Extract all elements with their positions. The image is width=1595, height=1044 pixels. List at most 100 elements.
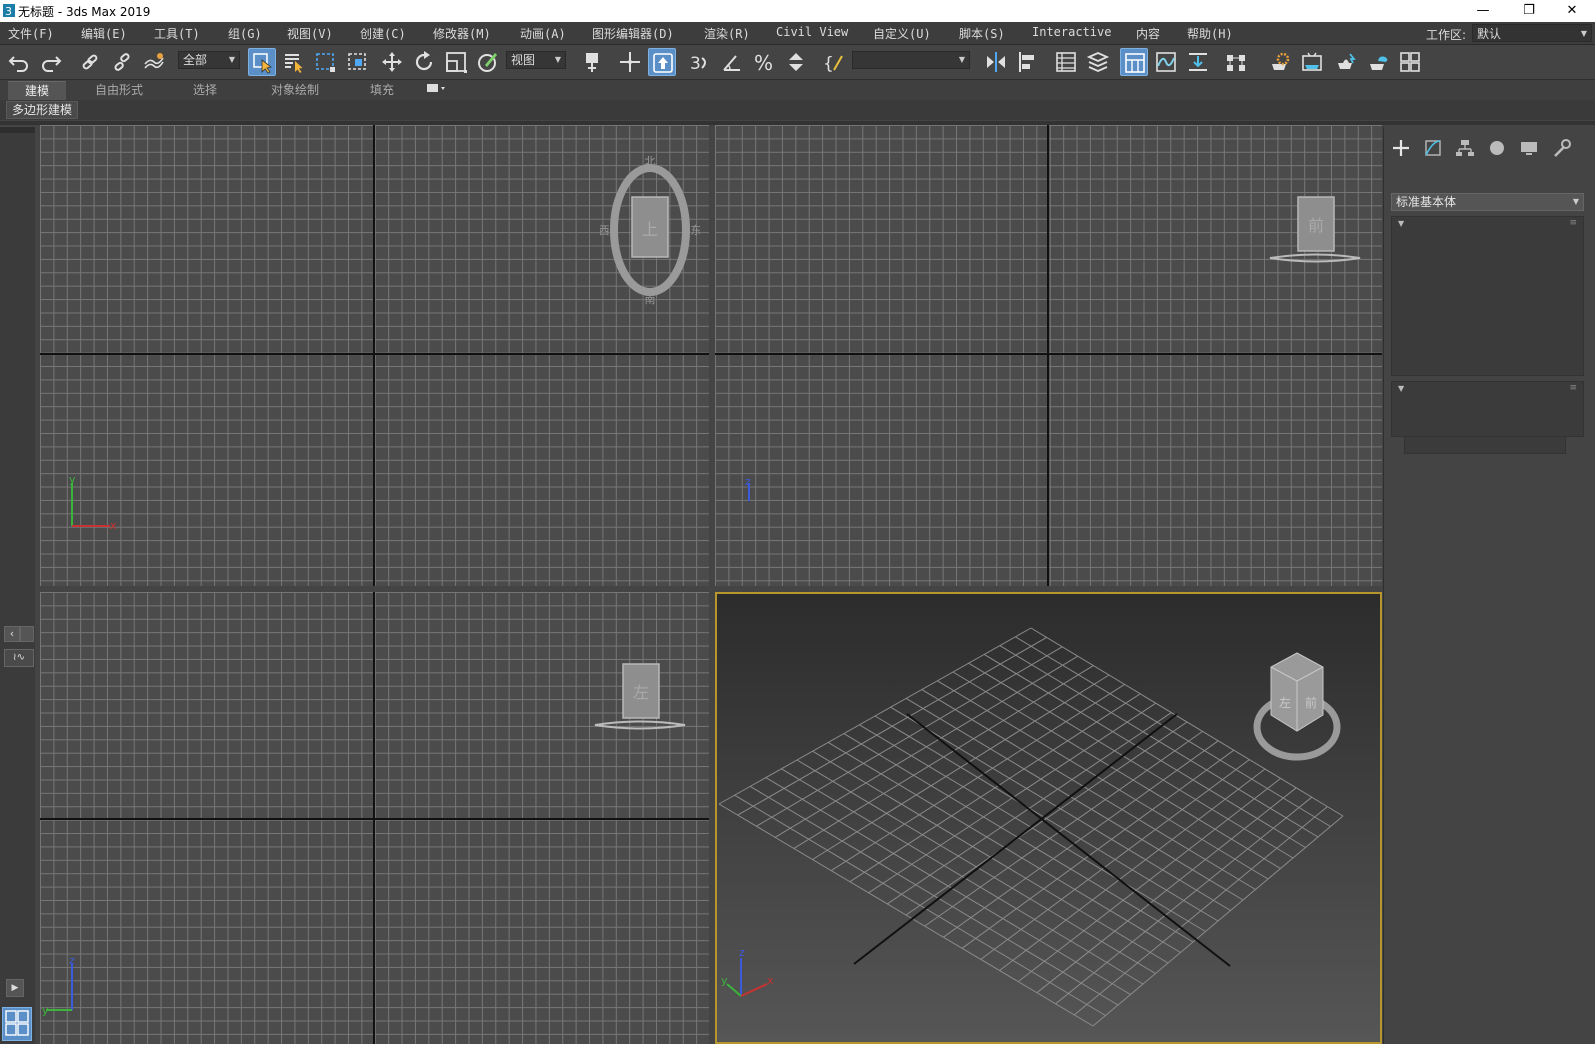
- grid-line: [1073, 806, 1328, 1016]
- undo-button[interactable]: [5, 48, 33, 76]
- select-object-button[interactable]: [248, 48, 276, 76]
- layer-explorer-button[interactable]: [1084, 48, 1112, 76]
- named-selection-set-dropdown[interactable]: ▼: [852, 51, 970, 69]
- display-tab[interactable]: [1517, 137, 1545, 159]
- minimize-button[interactable]: —: [1460, 0, 1506, 22]
- pivot-icon: [586, 53, 598, 72]
- workspace-dropdown[interactable]: 默认 ▼: [1472, 24, 1592, 42]
- menu-customize[interactable]: 自定义(U): [873, 25, 931, 42]
- layout-tab-button[interactable]: ≀∿: [4, 649, 34, 667]
- title-bar: 3 无标题 - 3ds Max 2019 — ❐ ✕: [0, 0, 1595, 22]
- move-button[interactable]: [378, 48, 406, 76]
- frame-window-icon: [1302, 52, 1322, 71]
- keyboard-shortcut-override-button[interactable]: [648, 48, 676, 76]
- selection-filter-dropdown[interactable]: 全部 ▼: [178, 51, 240, 69]
- placement-button[interactable]: [474, 48, 502, 76]
- tab-modeling[interactable]: 建模: [8, 81, 66, 100]
- teapot-render-icon: [1338, 53, 1356, 69]
- scale-button[interactable]: [442, 48, 470, 76]
- schematic-view-button[interactable]: [1184, 48, 1212, 76]
- menu-scripting[interactable]: 脚本(S): [959, 25, 1005, 42]
- angle-snap-icon: [723, 55, 740, 71]
- menu-file[interactable]: 文件(F): [8, 25, 54, 42]
- hierarchy-tab[interactable]: [1453, 137, 1481, 159]
- tab-selection[interactable]: 选择: [178, 81, 232, 99]
- close-button[interactable]: ✕: [1549, 0, 1595, 22]
- snaps-toggle-button[interactable]: 3: [686, 48, 714, 76]
- cloud-render-icon: [1370, 56, 1388, 70]
- rendered-frame-window-button[interactable]: [1298, 48, 1326, 76]
- motion-tab[interactable]: [1485, 137, 1513, 159]
- select-by-name-button[interactable]: [280, 48, 308, 76]
- mirror-button[interactable]: [982, 48, 1010, 76]
- window-crossing-button[interactable]: [344, 48, 372, 76]
- menu-graph-editors[interactable]: 图形编辑器(D): [592, 25, 674, 42]
- tab-freeform[interactable]: 自由形式: [84, 81, 154, 99]
- menu-views[interactable]: 视图(V): [287, 25, 333, 42]
- modify-tab[interactable]: [1421, 137, 1449, 159]
- menu-create[interactable]: 创建(C): [360, 25, 406, 42]
- menu-animation[interactable]: 动画(A): [520, 25, 566, 42]
- scene-explorer-button[interactable]: [1052, 48, 1080, 76]
- menu-interactive[interactable]: Interactive: [1032, 25, 1111, 39]
- render-setup-button[interactable]: [1266, 48, 1294, 76]
- viewport-left[interactable]: 左 z y: [40, 592, 709, 1044]
- render-gallery-button[interactable]: [1396, 48, 1424, 76]
- chevron-down-icon: ▼: [1572, 197, 1579, 206]
- ribbon-options-button[interactable]: [424, 81, 450, 99]
- viewcube-left[interactable]: 左: [590, 662, 690, 742]
- restore-button[interactable]: ❐: [1506, 0, 1552, 22]
- viewport-front[interactable]: 前 z: [715, 125, 1382, 586]
- menu-group[interactable]: 组(G): [228, 25, 262, 42]
- percent-snap-button[interactable]: %: [750, 48, 778, 76]
- expand-layout-button[interactable]: ▶: [6, 979, 24, 997]
- rotate-button[interactable]: [410, 48, 438, 76]
- menu-content[interactable]: 内容: [1136, 25, 1160, 42]
- material-editor-icon: [1227, 55, 1245, 71]
- select-and-manipulate-button[interactable]: [616, 48, 644, 76]
- edit-named-selection-button[interactable]: {: [820, 48, 848, 76]
- unlink-button[interactable]: [108, 48, 136, 76]
- window-crossing-icon: [348, 53, 366, 70]
- menu-help[interactable]: 帮助(H): [1187, 25, 1233, 42]
- tab-object-paint[interactable]: 对象绘制: [260, 81, 330, 99]
- object-category-dropdown[interactable]: 标准基本体 ▼: [1391, 193, 1584, 211]
- angle-snap-button[interactable]: [718, 48, 746, 76]
- object-category-value: 标准基本体: [1396, 195, 1457, 209]
- viewport-layout-button[interactable]: [2, 1007, 32, 1041]
- utilities-tab[interactable]: [1549, 137, 1577, 159]
- menu-civil-view[interactable]: Civil View: [776, 25, 848, 39]
- menu-modifiers[interactable]: 修改器(M): [433, 25, 491, 42]
- main-toolbar: 全部 ▼ 视图 ▼ 3 % {▼: [0, 45, 1595, 80]
- bind-space-warp-button[interactable]: [140, 48, 168, 76]
- rectangular-selection-button[interactable]: [312, 48, 340, 76]
- toggle-ribbon-button[interactable]: [1120, 48, 1148, 76]
- material-editor-button[interactable]: [1222, 48, 1250, 76]
- viewcube-front[interactable]: 前: [1265, 195, 1365, 275]
- tab-populate[interactable]: 填充: [356, 81, 408, 99]
- viewport-perspective[interactable]: 左 前 z y x: [715, 592, 1382, 1044]
- align-button[interactable]: [1014, 48, 1042, 76]
- menu-rendering[interactable]: 渲染(R): [704, 25, 750, 42]
- name-and-color-rollout[interactable]: ▼ ≡: [1391, 381, 1584, 437]
- collapse-left-button[interactable]: ‹: [4, 626, 20, 642]
- polygon-modeling-panel[interactable]: 多边形建模: [6, 101, 79, 119]
- strip-toggle-button[interactable]: [20, 626, 34, 642]
- spinner-snap-button[interactable]: [782, 48, 810, 76]
- redo-button[interactable]: [37, 48, 65, 76]
- viewcube-perspective[interactable]: 左 前: [1247, 649, 1347, 769]
- reference-coordinate-dropdown[interactable]: 视图 ▼: [506, 51, 566, 69]
- ribbon-panel-bar: 多边形建模: [0, 100, 1595, 120]
- curve-editor-button[interactable]: [1152, 48, 1180, 76]
- select-and-link-button[interactable]: [76, 48, 104, 76]
- object-type-rollout[interactable]: ▼ ≡: [1391, 216, 1584, 376]
- menu-tools[interactable]: 工具(T): [154, 25, 200, 42]
- render-in-cloud-button[interactable]: [1364, 48, 1392, 76]
- viewport-top[interactable]: 上 北 南 东 西 y x: [40, 125, 709, 586]
- app-icon: 3: [3, 4, 15, 17]
- pivot-center-button[interactable]: [580, 48, 608, 76]
- menu-edit[interactable]: 编辑(E): [81, 25, 127, 42]
- render-production-button[interactable]: [1332, 48, 1360, 76]
- viewcube-top[interactable]: 上 北 南 东 西: [600, 155, 700, 305]
- create-tab[interactable]: [1389, 137, 1417, 159]
